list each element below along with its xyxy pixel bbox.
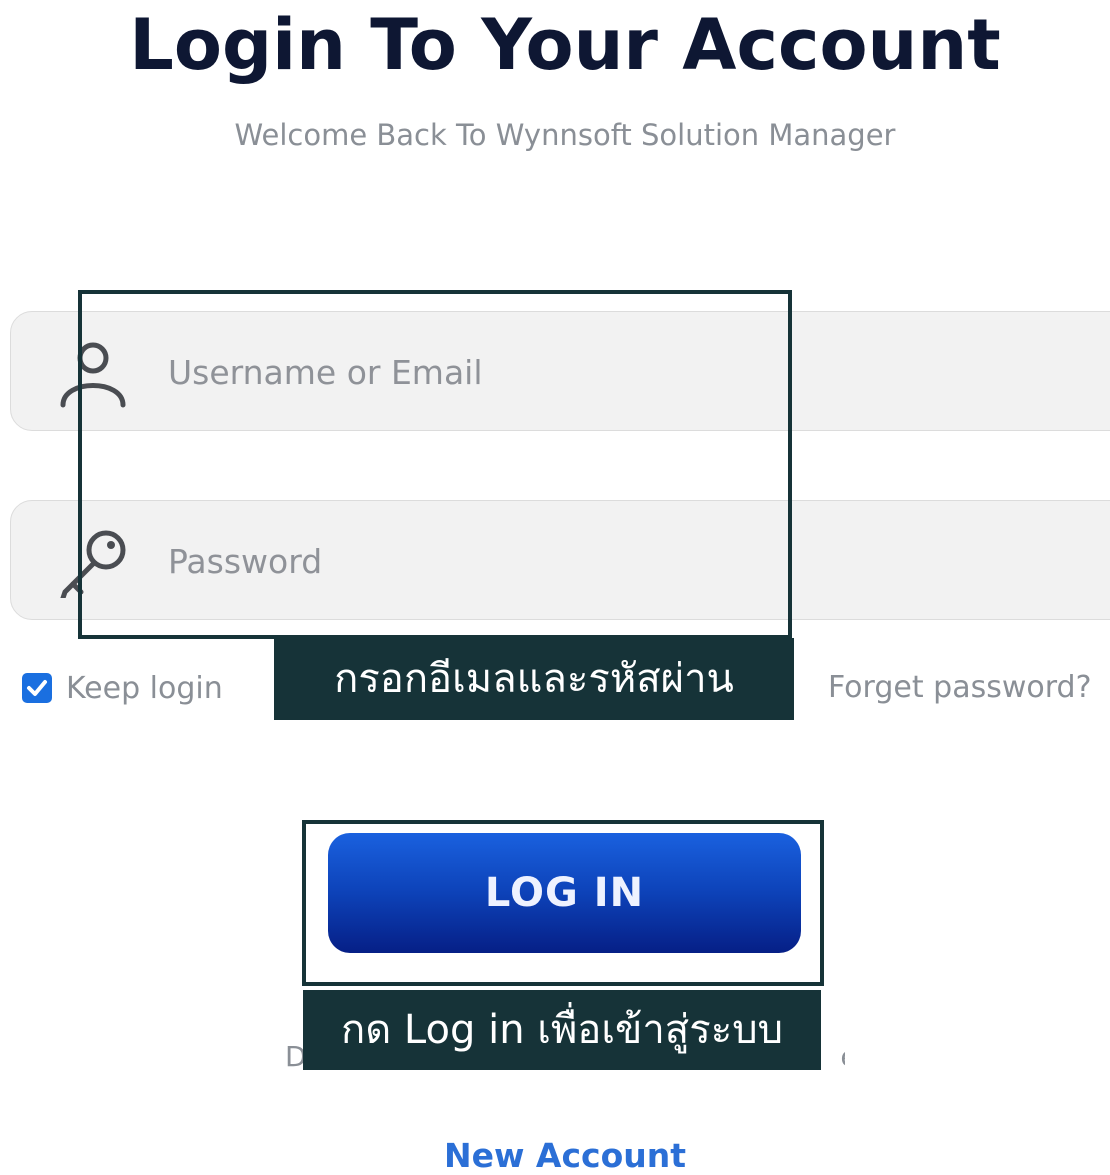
username-input[interactable] (166, 340, 1070, 404)
keep-login-option[interactable]: Keep login (22, 668, 223, 708)
password-input[interactable] (166, 529, 1070, 593)
keep-login-label: Keep login (66, 670, 223, 706)
credentials-caption: กรอกอีเมลและรหัสผ่าน (274, 638, 794, 720)
password-field[interactable] (10, 500, 1110, 620)
forget-password-link[interactable]: Forget password? (828, 670, 1092, 705)
login-caption: กด Log in เพื่อเข้าสู่ระบบ (303, 990, 821, 1070)
keep-login-checkbox[interactable] (22, 673, 52, 703)
page-subtitle: Welcome Back To Wynnsoft Solution Manage… (234, 118, 896, 152)
login-button[interactable]: LOG IN (328, 833, 801, 953)
checkmark-icon (27, 680, 47, 696)
page-title: Login To Your Account (129, 4, 1001, 86)
new-account-link[interactable]: New Account (0, 1136, 1110, 1175)
user-icon (51, 337, 131, 409)
username-field[interactable] (10, 311, 1110, 431)
key-icon (51, 526, 131, 607)
signup-prompt-end: e (840, 1040, 845, 1073)
